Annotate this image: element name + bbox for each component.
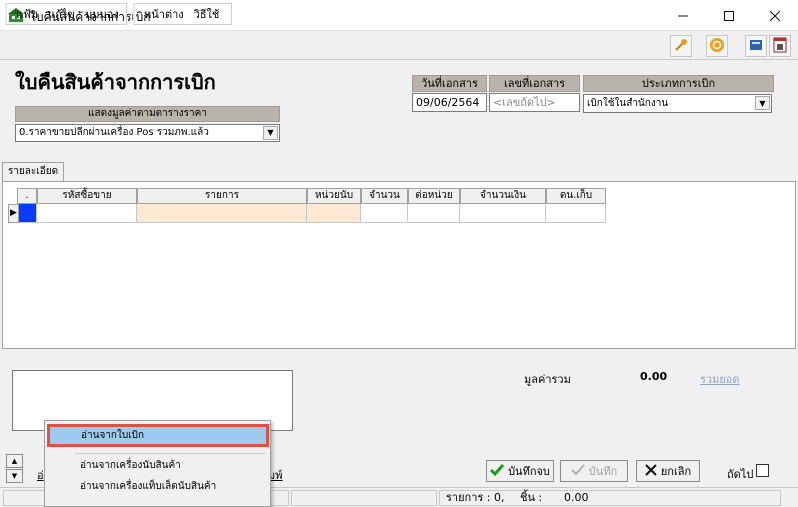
next-label: ถัดไป — [727, 468, 754, 481]
popup-item-read-withdraw[interactable]: อ่านจากใบเบิก — [47, 424, 269, 447]
price-table-label: แสดงมูลค่าตามตารางราคา — [15, 106, 280, 122]
page-title: ใบคืนสินค้าจากการเบิก — [15, 70, 216, 94]
status-segment-3: รายการ : 0, ชิ้น : 0.00 — [439, 490, 781, 506]
tool-calendar-button[interactable] — [769, 35, 791, 57]
grid-header-indicator: . — [17, 188, 37, 204]
withdraw-type-value: เบิกใช้ในสำนักงาน — [587, 98, 669, 109]
chevron-down-icon[interactable]: ▼ — [263, 126, 278, 140]
grid-cell-amount[interactable] — [460, 204, 546, 223]
grid-header-qty[interactable]: จำนวน — [361, 188, 408, 204]
grid-cell-qty[interactable] — [361, 204, 408, 223]
grid-cell-unit[interactable] — [307, 204, 361, 223]
save-close-button[interactable]: บันทึกจบ — [486, 460, 554, 482]
read-menu-link[interactable]: อ่ — [37, 466, 44, 484]
save-button[interactable]: บันทึก — [560, 460, 628, 482]
tool-key-button[interactable] — [670, 35, 692, 57]
maximize-button[interactable] — [706, 0, 752, 31]
next-checkbox[interactable] — [756, 464, 769, 477]
save-label: บันทึก — [588, 465, 618, 478]
doc-no-input[interactable]: <เลขถัดไป> — [489, 93, 580, 112]
grid-header-amount[interactable]: จำนวนเงิน — [460, 188, 546, 204]
menu-group-main: แฟ้ม แก้ไข มุมมอง — [5, 3, 127, 25]
doc-date-label: วันที่เอกสาร — [412, 75, 487, 92]
menu-group-window: หน้าต่าง วิธีใช้ — [133, 3, 232, 25]
grid-header-unit-price[interactable]: ต่อหน่วย — [408, 188, 460, 204]
cancel-label: ยกเลิก — [660, 465, 692, 478]
status-segment-2 — [291, 490, 437, 506]
grid-cell-item[interactable] — [137, 204, 307, 223]
cancel-button[interactable]: ยกเลิก — [636, 460, 700, 482]
doc-date-input[interactable]: 09/06/2564 — [412, 93, 487, 112]
grid-header-location[interactable]: ตน.เก็บ — [546, 188, 606, 204]
menu-file[interactable]: แฟ้ม — [11, 5, 43, 23]
grid-header-code[interactable]: รหัสซื้อขาย — [37, 188, 137, 204]
grid-cell-code[interactable] — [37, 204, 137, 223]
popup-separator — [75, 453, 265, 454]
grid-header-item[interactable]: รายการ — [137, 188, 307, 204]
grid-cell-selected[interactable] — [19, 204, 37, 223]
popup-item-read-tablet[interactable]: อ่านจากเครื่องแท็บเล็ตนับสินค้า — [45, 477, 270, 497]
menu-window[interactable]: หน้าต่าง — [139, 5, 189, 23]
calendar-icon — [773, 37, 787, 56]
doc-no-label: เลขที่เอกสาร — [489, 75, 580, 92]
menu-view[interactable]: มุมมอง — [80, 5, 124, 23]
tab-details[interactable]: รายละเอียด — [2, 162, 64, 182]
refresh-icon — [709, 37, 725, 56]
key-icon — [674, 38, 688, 55]
price-table-select[interactable]: 0.ราคาขายปลีกผ่านเครื่อง Pos รวมภพ.แล้ว … — [15, 124, 280, 142]
price-table-value: 0.ราคาขายปลีกผ่านเครื่อง Pos รวมภพ.แล้ว — [19, 127, 209, 138]
read-popup-menu: อ่านจากใบเบิก อ่านจากเครื่องนับสินค้า อ่… — [44, 420, 271, 507]
total-value: 0.00 — [640, 370, 668, 383]
status-items: รายการ : 0, — [446, 491, 505, 504]
grid-cell-location[interactable] — [546, 204, 606, 223]
check-disabled-icon — [571, 463, 585, 480]
close-x-icon — [645, 463, 657, 479]
spin-up-button[interactable]: ▲ — [6, 454, 23, 468]
doc-no-placeholder: <เลขถัดไป> — [493, 96, 556, 109]
minimize-button[interactable] — [660, 0, 706, 31]
grid-header-unit[interactable]: หน่วยนับ — [307, 188, 361, 204]
chevron-down-icon[interactable]: ▼ — [755, 96, 770, 110]
tool-calculator-button[interactable] — [745, 35, 767, 57]
items-grid: . รหัสซื้อขาย รายการ หน่วยนับ จำนวน ต่อห… — [2, 181, 796, 349]
doc-date-value: 09/06/2564 — [416, 96, 480, 109]
status-qty-label: ชิ้น : — [520, 491, 543, 504]
status-qty-value: 0.00 — [564, 491, 589, 504]
menu-help[interactable]: วิธีใช้ — [189, 5, 225, 23]
save-close-label: บันทึกจบ — [508, 465, 550, 478]
withdraw-type-select[interactable]: เบิกใช้ในสำนักงาน ▼ — [583, 94, 772, 113]
tool-refresh-button[interactable] — [706, 35, 728, 57]
sum-link[interactable]: รวมยอด — [700, 370, 740, 388]
menu-edit[interactable]: แก้ไข — [43, 5, 80, 23]
total-label: มูลค่ารวม — [524, 373, 571, 386]
popup-item-read-counter[interactable]: อ่านจากเครื่องนับสินค้า — [45, 456, 270, 476]
withdraw-type-label: ประเภทการเบิก — [583, 75, 774, 92]
calculator-icon — [749, 38, 763, 55]
spin-down-button[interactable]: ▼ — [6, 469, 23, 483]
grid-cell-unit-price[interactable] — [408, 204, 460, 223]
row-indicator-icon: ▶ — [8, 204, 19, 223]
close-button[interactable] — [752, 0, 798, 31]
check-icon — [490, 463, 505, 480]
